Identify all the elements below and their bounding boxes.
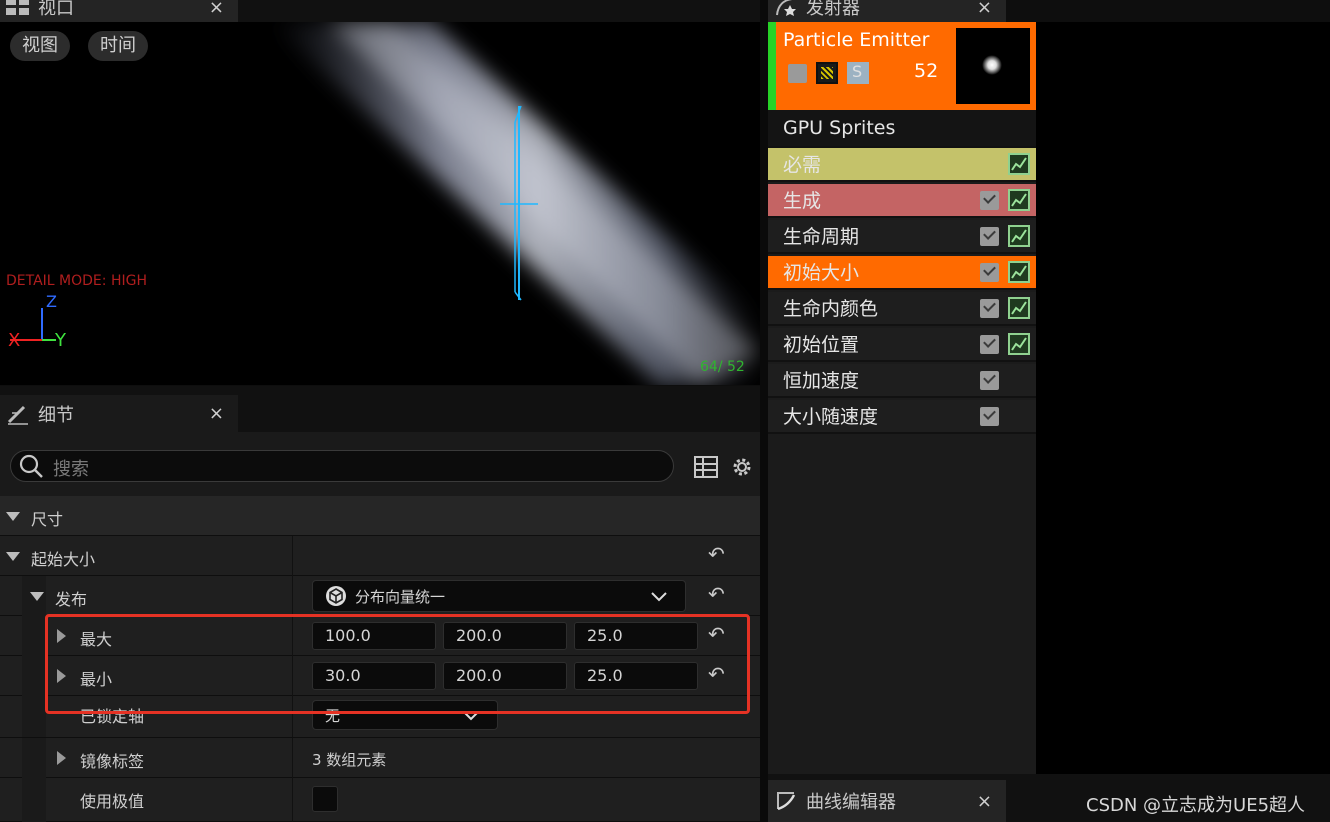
viewport-close-icon[interactable]: × xyxy=(209,0,224,18)
curve-editor-icon xyxy=(777,792,796,811)
module-row[interactable]: 生命内颜色 xyxy=(768,292,1036,326)
details-tab[interactable]: 细节 × xyxy=(0,395,238,432)
emitter-thumbnail xyxy=(956,28,1030,104)
render-mode-icon[interactable] xyxy=(816,62,838,84)
mirror-flags-label: 镜像标签 xyxy=(80,752,145,771)
view-button[interactable]: 视图 xyxy=(10,31,70,61)
reset-icon[interactable]: ↶ xyxy=(708,542,725,566)
cube-icon xyxy=(326,586,346,606)
search-icon xyxy=(19,454,43,478)
use-extremes-row: 使用极值 xyxy=(0,778,760,822)
gear-icon[interactable] xyxy=(730,455,754,479)
distribution-label: 发布 xyxy=(55,590,88,609)
curve-graph-icon[interactable] xyxy=(1008,225,1030,247)
module-label: 生命内颜色 xyxy=(783,298,879,320)
module-enable-checkbox[interactable] xyxy=(980,335,999,354)
axis-gizmo-icon xyxy=(10,308,56,341)
module-enable-checkbox[interactable] xyxy=(980,299,999,318)
use-extremes-checkbox[interactable] xyxy=(312,786,338,812)
viewport-icon xyxy=(6,0,29,15)
distribution-value: 分布向量统一 xyxy=(355,588,446,606)
module-label: 生命周期 xyxy=(783,226,860,248)
pencil-icon xyxy=(7,405,28,425)
annotation-highlight-box xyxy=(45,614,750,714)
table-view-icon[interactable] xyxy=(694,456,718,478)
viewport-tab[interactable]: 视口 × xyxy=(0,0,238,22)
emitter-panel: Particle Emitter S 52 GPU Sprites 必需生成生命… xyxy=(768,22,1036,774)
start-size-label: 起始大小 xyxy=(31,550,96,569)
curve-graph-icon[interactable] xyxy=(1008,297,1030,319)
use-extremes-label: 使用极值 xyxy=(80,792,145,811)
viewport-tab-strip xyxy=(238,0,760,22)
emitter-header[interactable]: Particle Emitter S 52 xyxy=(768,22,1036,110)
module-label: 初始大小 xyxy=(783,262,860,284)
viewport-tab-title: 视口 xyxy=(38,0,74,19)
module-label: 大小随速度 xyxy=(783,406,879,428)
emitter-enable-checkbox[interactable] xyxy=(788,64,807,83)
curve-area xyxy=(1036,22,1330,774)
module-row[interactable]: 恒加速度 xyxy=(768,364,1036,398)
chevron-down-icon xyxy=(651,592,667,602)
module-label: 初始位置 xyxy=(783,334,860,356)
particle-beam xyxy=(270,22,760,385)
emitter-close-icon[interactable]: × xyxy=(977,0,992,18)
collapse-arrow-icon[interactable] xyxy=(30,592,44,601)
curve-graph-icon[interactable] xyxy=(1008,261,1030,283)
emitter-name: Particle Emitter xyxy=(783,29,930,51)
emitter-type-row[interactable]: GPU Sprites xyxy=(768,110,1036,148)
module-label: 恒加速度 xyxy=(783,370,860,392)
distribution-dropdown[interactable]: 分布向量统一 xyxy=(312,580,686,612)
particle-counter: 64/ 52 xyxy=(700,359,745,375)
reset-icon[interactable]: ↶ xyxy=(708,582,725,606)
module-label: 生成 xyxy=(783,190,822,212)
details-tab-title: 细节 xyxy=(38,404,74,426)
module-row[interactable]: 生成 xyxy=(768,184,1036,218)
axis-x-label: X xyxy=(8,330,21,351)
module-enable-checkbox[interactable] xyxy=(980,227,999,246)
collapse-arrow-icon[interactable] xyxy=(6,512,20,521)
distribution-row: 发布 分布向量统一 ↶ xyxy=(0,576,760,616)
module-label: 必需 xyxy=(783,154,822,176)
curve-editor-tab-title: 曲线编辑器 xyxy=(806,792,896,813)
search-input[interactable]: 搜索 xyxy=(10,450,674,482)
axis-y-label: Y xyxy=(55,330,66,351)
mirror-flags-row: 镜像标签 3 数组元素 xyxy=(0,738,760,778)
section-size-label: 尺寸 xyxy=(31,510,64,529)
collapse-arrow-icon[interactable] xyxy=(6,552,20,561)
emitter-count: 52 xyxy=(914,60,939,82)
start-size-row: 起始大小 ↶ xyxy=(0,536,760,576)
module-enable-checkbox[interactable] xyxy=(980,407,999,426)
emitter-tab-title: 发射器 xyxy=(806,0,860,19)
module-row[interactable]: 生命周期 xyxy=(768,220,1036,254)
module-enable-checkbox[interactable] xyxy=(980,191,999,210)
module-row[interactable]: 必需 xyxy=(768,148,1036,182)
module-enable-checkbox[interactable] xyxy=(980,263,999,282)
panel-splitter[interactable] xyxy=(760,0,768,822)
section-size-header[interactable]: 尺寸 xyxy=(0,496,760,536)
watermark: CSDN @立志成为UE5超人 xyxy=(1086,795,1306,816)
curve-graph-icon[interactable] xyxy=(1008,333,1030,355)
viewport[interactable]: 视图 时间 DETAIL MODE: HIGH Z X Y 64/ 52 xyxy=(0,22,760,385)
search-placeholder: 搜索 xyxy=(53,459,89,480)
time-button[interactable]: 时间 xyxy=(88,31,148,61)
emitter-icon xyxy=(776,0,796,16)
curve-graph-icon[interactable] xyxy=(1008,189,1030,211)
module-row[interactable]: 初始位置 xyxy=(768,328,1036,362)
emitter-tab[interactable]: 发射器 × xyxy=(768,0,1006,22)
axis-z-label: Z xyxy=(46,292,57,311)
curve-editor-tab[interactable]: 曲线编辑器 × xyxy=(768,780,1006,822)
module-row[interactable]: 大小随速度 xyxy=(768,400,1036,434)
module-row[interactable]: 初始大小 xyxy=(768,256,1036,290)
emitter-type-label: GPU Sprites xyxy=(783,117,896,139)
curve-graph-icon[interactable] xyxy=(1008,153,1030,175)
module-enable-checkbox[interactable] xyxy=(980,371,999,390)
expand-arrow-icon[interactable] xyxy=(57,751,66,765)
solo-button[interactable]: S xyxy=(847,62,869,84)
details-close-icon[interactable]: × xyxy=(209,403,224,424)
curve-editor-close-icon[interactable]: × xyxy=(977,791,992,812)
detail-mode-label: DETAIL MODE: HIGH xyxy=(6,273,147,289)
mirror-flags-value: 3 数组元素 xyxy=(312,751,387,769)
